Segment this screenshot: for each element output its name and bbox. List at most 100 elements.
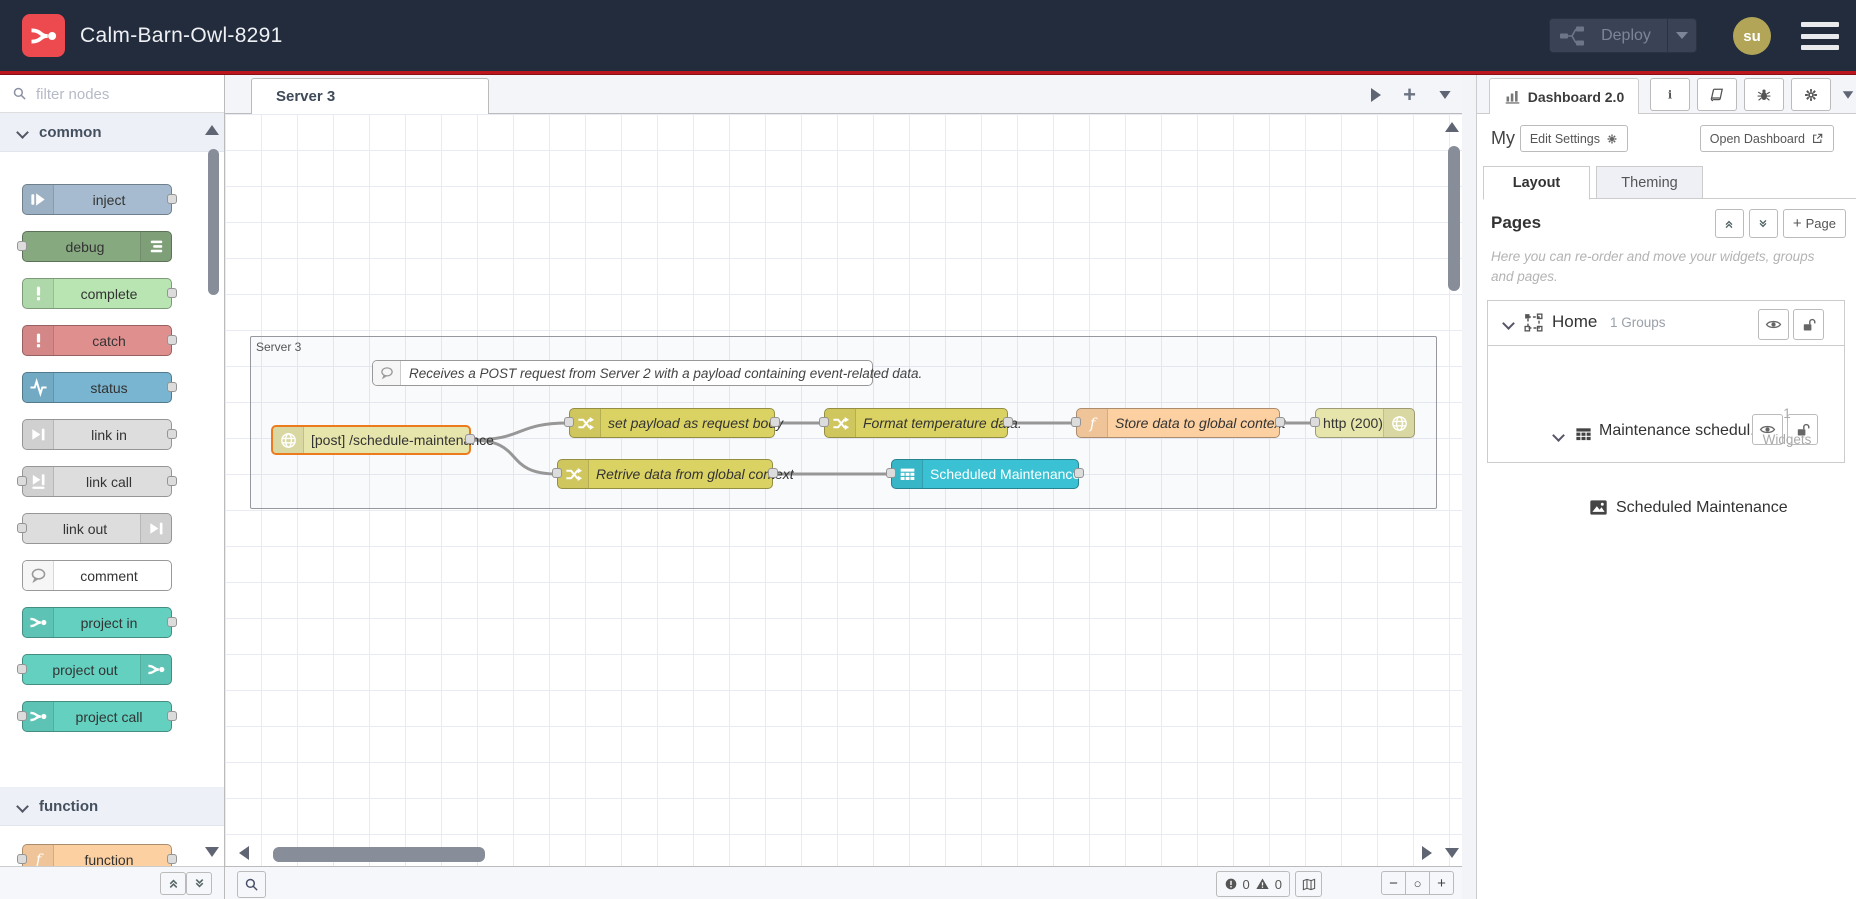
sidebar-debug-icon-button[interactable] <box>1744 78 1784 111</box>
image-widget-icon <box>1588 497 1609 518</box>
palette-collapse-all-button[interactable] <box>160 872 186 895</box>
flow-node-scheduled-maintenance[interactable]: Scheduled Maintenance <box>886 459 1084 489</box>
output-port[interactable] <box>167 428 177 439</box>
palette-node-link-in[interactable]: link in <box>22 419 177 450</box>
zoom-reset-button[interactable]: ○ <box>1405 872 1429 894</box>
page-unlock-icon-button[interactable] <box>1793 309 1824 340</box>
zoom-out-button[interactable]: − <box>1382 872 1405 894</box>
output-port[interactable] <box>167 287 177 298</box>
flow-canvas[interactable]: Server 3 Receives a POST request from Se… <box>225 114 1462 866</box>
flow-node-store-data-to-global-context[interactable]: f Store data to global context <box>1071 408 1286 438</box>
output-port[interactable] <box>167 853 177 864</box>
open-dashboard-button[interactable]: Open Dashboard <box>1699 125 1834 152</box>
tab-layout[interactable]: Layout <box>1483 166 1590 200</box>
flow-node-post-schedule-maintenance[interactable]: [post] /schedule-maintenance <box>271 425 494 455</box>
add-page-button[interactable]: + Page <box>1782 209 1846 238</box>
output-port[interactable] <box>465 434 475 444</box>
tree-group-label[interactable]: Maintenance schedul... <box>1599 422 1764 440</box>
tab-dashboard-2[interactable]: Dashboard 2.0 <box>1489 78 1639 114</box>
error-circle-icon <box>1225 878 1236 890</box>
page-visibility-eye-icon-button[interactable] <box>1758 309 1789 340</box>
input-port[interactable] <box>17 240 27 251</box>
edit-settings-button[interactable]: Edit Settings <box>1519 125 1628 152</box>
input-port[interactable] <box>886 468 896 478</box>
move-page-up-button[interactable] <box>1714 209 1744 238</box>
move-page-down-button[interactable] <box>1748 209 1778 238</box>
flow-node-http-200[interactable]: http (200) <box>1310 408 1415 438</box>
flow-node-format-temperature-data[interactable]: Format temperature data. <box>819 408 1022 438</box>
palette-node-comment[interactable]: comment <box>22 560 172 591</box>
tab-theming[interactable]: Theming <box>1596 166 1703 199</box>
zoom-controls: − ○ + <box>1381 871 1454 895</box>
input-port[interactable] <box>17 475 27 486</box>
palette-node-project-in[interactable]: project in <box>22 607 177 638</box>
input-port[interactable] <box>564 417 574 427</box>
canvas-search-button[interactable] <box>237 871 266 898</box>
palette-node-catch[interactable]: catch <box>22 325 177 356</box>
palette-category-common[interactable]: common <box>0 113 224 152</box>
sidebar-info-icon-button[interactable]: i <box>1650 78 1690 111</box>
palette-node-project-out[interactable]: project out <box>17 654 172 685</box>
flow-list-caret[interactable] <box>1439 90 1451 99</box>
palette-node-debug[interactable]: debug <box>17 231 172 262</box>
tab-scroll-right-icon[interactable] <box>1371 87 1382 102</box>
palette-category-function[interactable]: function <box>0 787 224 826</box>
deploy-button[interactable]: Deploy <box>1549 18 1697 53</box>
deploy-options-caret[interactable] <box>1668 32 1696 39</box>
palette-node-link-out[interactable]: link out <box>17 513 172 544</box>
sidebar-config-icon-button[interactable] <box>1791 78 1831 111</box>
palette-filter-input[interactable] <box>34 79 208 109</box>
output-port[interactable] <box>770 417 780 427</box>
main-menu-button[interactable] <box>1801 22 1839 50</box>
flow-node-retrive-data-from-global-context[interactable]: Retrive data from global context <box>552 459 794 489</box>
tree-row-home-page[interactable]: Home 1 Groups <box>1488 301 1844 346</box>
output-port[interactable] <box>167 710 177 721</box>
input-port[interactable] <box>1310 417 1320 427</box>
output-port[interactable] <box>1003 417 1013 427</box>
sidebar-body: My Dashboard Edit Settings Open Dashboar… <box>1477 114 1856 899</box>
output-port[interactable] <box>167 475 177 486</box>
input-port[interactable] <box>1071 417 1081 427</box>
wires-layer <box>469 421 1317 476</box>
sidebar-tabs-caret[interactable] <box>1842 90 1854 99</box>
input-port[interactable] <box>17 853 27 864</box>
output-port[interactable] <box>167 616 177 627</box>
output-port[interactable] <box>167 334 177 345</box>
chevron-down-icon[interactable] <box>1502 317 1515 330</box>
output-port[interactable] <box>167 193 177 204</box>
input-port[interactable] <box>17 663 27 674</box>
palette-node-inject[interactable]: inject <box>22 184 177 215</box>
add-flow-button[interactable]: + <box>1403 83 1416 106</box>
flow-node-set-payload-as-request-body[interactable]: set payload as request body <box>564 408 783 438</box>
output-port[interactable] <box>1074 468 1084 478</box>
sidebar-help-icon-button[interactable] <box>1697 78 1737 111</box>
chevron-down-icon[interactable] <box>1552 429 1565 442</box>
flow-node-comment[interactable]: Receives a POST request from Server 2 wi… <box>372 360 922 386</box>
palette-node-link-call[interactable]: link call <box>17 466 177 497</box>
flow-status-counts[interactable]: 0 0 <box>1215 871 1290 897</box>
tree-page-label: Home <box>1552 312 1598 331</box>
flow-tab-server3[interactable]: Server 3 <box>251 78 489 114</box>
palette-expand-all-button[interactable] <box>186 872 212 895</box>
navigator-map-button[interactable] <box>1295 871 1322 897</box>
palette-search <box>0 75 224 113</box>
palette-node-complete[interactable]: complete <box>22 278 177 309</box>
group-visibility-eye-icon-button[interactable] <box>1752 414 1783 445</box>
palette-node-status[interactable]: status <box>22 372 177 403</box>
user-avatar[interactable]: su <box>1733 17 1771 55</box>
output-port[interactable] <box>167 381 177 392</box>
change-shuffle-icon <box>558 460 589 488</box>
input-port[interactable] <box>819 417 829 427</box>
input-port[interactable] <box>17 522 27 533</box>
input-port[interactable] <box>17 710 27 721</box>
output-port[interactable] <box>1275 417 1285 427</box>
sidebar-splitter[interactable] <box>1462 75 1477 899</box>
tree-page-meta: 1 Groups <box>1610 315 1666 330</box>
zoom-in-button[interactable]: + <box>1429 872 1453 894</box>
input-port[interactable] <box>552 468 562 478</box>
node-label: Store data to global context <box>1115 415 1286 431</box>
group-unlock-icon-button[interactable] <box>1787 414 1818 445</box>
tree-widget-label[interactable]: Scheduled Maintenance <box>1616 499 1788 517</box>
output-port[interactable] <box>768 468 778 478</box>
palette-node-project-call[interactable]: project call <box>17 701 177 732</box>
